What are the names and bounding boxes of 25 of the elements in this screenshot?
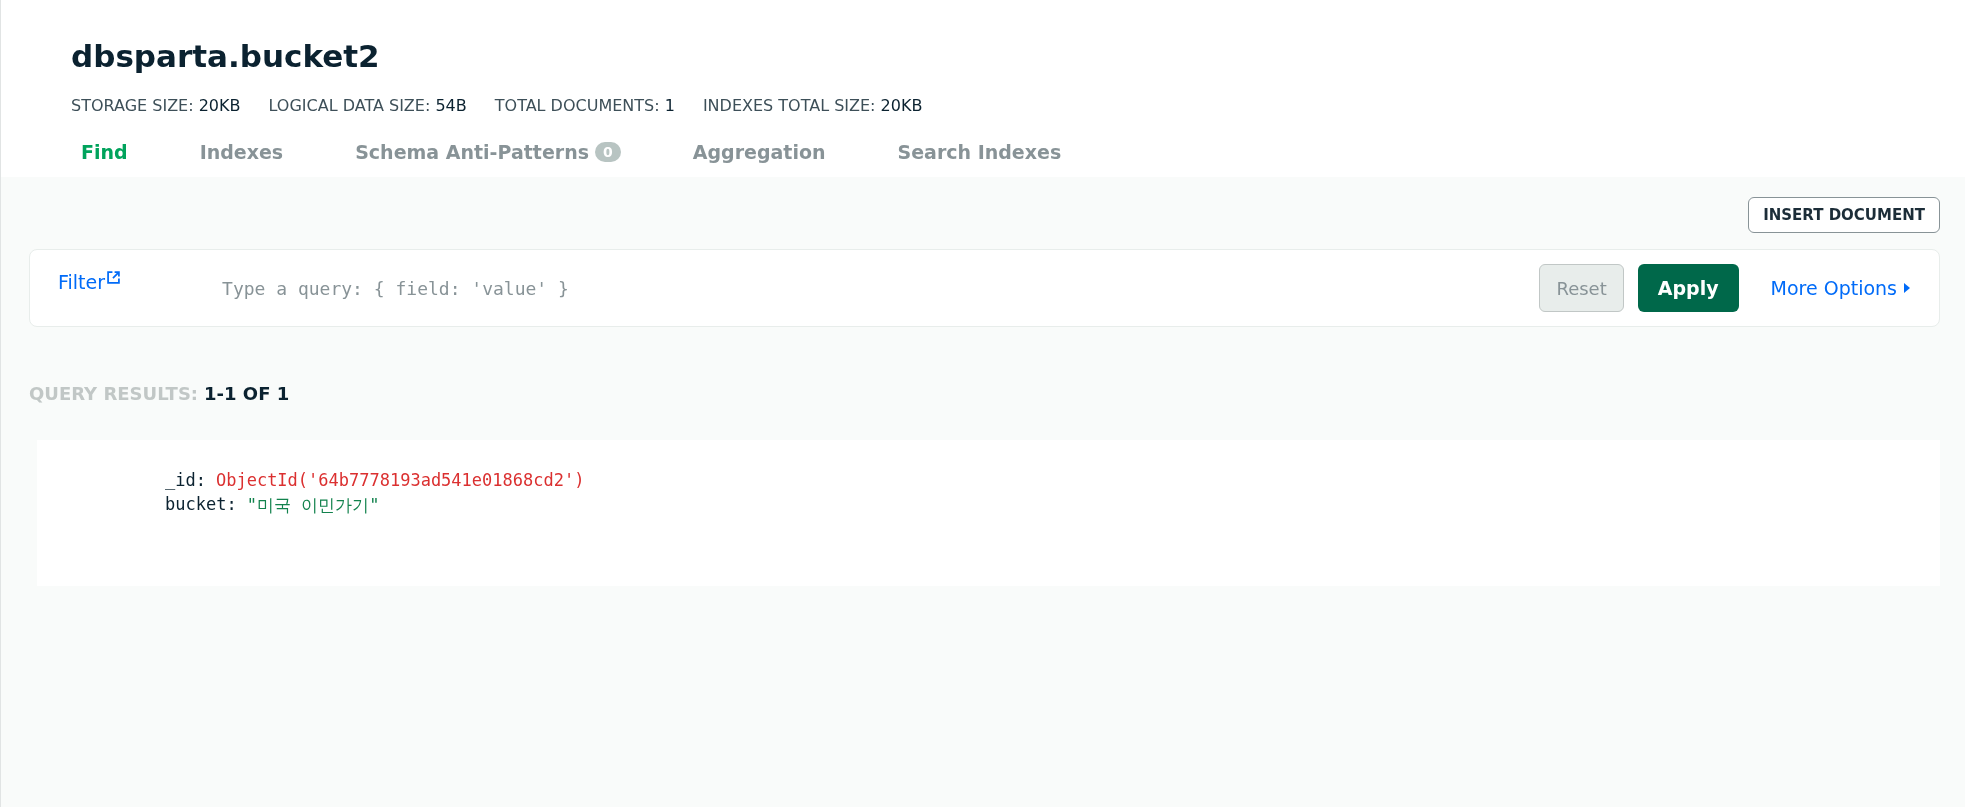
collection-stat: TOTAL DOCUMENTS: 1 xyxy=(494,96,675,115)
results-count: 1-1 OF 1 xyxy=(204,383,290,404)
tab[interactable]: Schema Anti-Patterns 0 xyxy=(355,133,621,177)
apply-button[interactable]: Apply xyxy=(1637,264,1739,312)
field-value: "미국 이민가기" xyxy=(246,494,380,517)
filter-link[interactable]: Filter xyxy=(58,271,121,293)
count-badge: 0 xyxy=(595,142,621,162)
tab[interactable]: Indexes xyxy=(199,133,284,177)
field-key: bucket: xyxy=(165,494,237,517)
tab[interactable]: Find xyxy=(81,133,128,177)
reset-button[interactable]: Reset xyxy=(1539,264,1624,312)
more-options-link[interactable]: More Options xyxy=(1770,277,1911,299)
insert-document-button[interactable]: INSERT DOCUMENT xyxy=(1748,197,1940,233)
collection-stat: LOGICAL DATA SIZE: 54B xyxy=(268,96,467,115)
tab[interactable]: Search Indexes xyxy=(897,133,1062,177)
caret-right-icon xyxy=(1903,282,1911,294)
collection-title: dbsparta.bucket2 xyxy=(71,38,381,74)
collection-stat: INDEXES TOTAL SIZE: 20KB xyxy=(702,96,923,115)
external-link-icon xyxy=(107,271,121,284)
query-input[interactable]: Type a query: { field: 'value' } xyxy=(220,276,1540,300)
field-key: _id: xyxy=(165,470,206,490)
tab[interactable]: Aggregation xyxy=(692,133,826,177)
results-label: QUERY RESULTS: xyxy=(29,383,199,404)
field-value: ObjectId('64b7778193ad541e01868cd2') xyxy=(215,470,585,490)
collection-stat: STORAGE SIZE: 20KB xyxy=(71,96,241,115)
